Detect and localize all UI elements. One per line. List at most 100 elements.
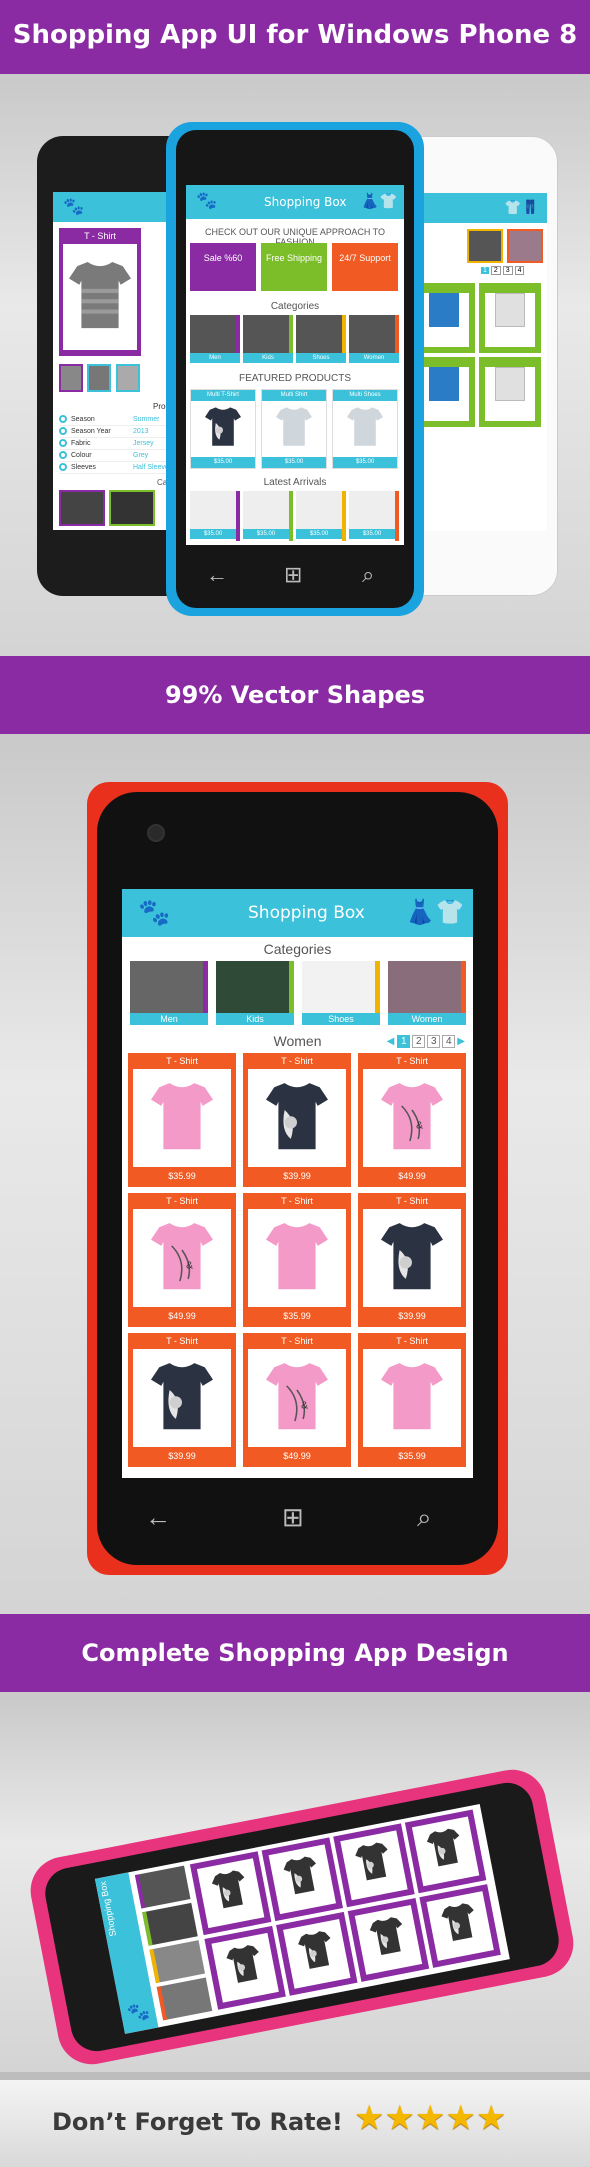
back-icon[interactable]: ←	[145, 1502, 171, 1533]
promo-tile[interactable]: Free Shipping	[261, 243, 327, 291]
latest-arrivals: $35.00 $35.00 $35.00 $35.00	[190, 491, 400, 541]
product-price: $35.99	[398, 1451, 426, 1461]
red-phone: 🐾 Shopping Box 👗👕 Categories Men Kids Shoe…	[87, 782, 508, 1575]
product-price: $49.99	[283, 1451, 311, 1461]
featured-image	[262, 401, 326, 457]
women-category-tile[interactable]: Kids	[216, 961, 294, 1027]
featured-product[interactable]: Multi T-Shirt $35.00	[190, 389, 256, 469]
tilted-product-card[interactable]	[276, 1911, 358, 1996]
category-tile[interactable]: Kids	[243, 315, 293, 365]
app-title: Shopping Box	[264, 195, 347, 209]
tilted-product-card[interactable]	[261, 1837, 344, 1922]
star-icon[interactable]: ★	[415, 2099, 445, 2137]
back-icon[interactable]: ←	[206, 562, 228, 588]
product-name: T - Shirt	[396, 1196, 428, 1206]
product-card[interactable]: T - Shirt $39.99	[358, 1193, 466, 1327]
kids-category-strip[interactable]	[467, 229, 547, 263]
tilted-screen: 🐾 Shopping Box	[94, 1804, 510, 2034]
product-card[interactable]: T - Shirt & $49.99	[243, 1333, 351, 1467]
category-image	[296, 315, 346, 353]
attribute-key: Season	[71, 416, 95, 423]
product-card[interactable]: T - Shirt & $49.99	[358, 1053, 466, 1187]
radio-icon[interactable]	[59, 415, 67, 424]
clothing-icons[interactable]: 👗👕	[405, 898, 465, 927]
tilted-product-card[interactable]	[347, 1898, 430, 1982]
star-icon[interactable]: ★	[354, 2099, 384, 2137]
latest-item[interactable]: $35.00	[190, 491, 240, 541]
product-name: T - Shirt	[396, 1056, 428, 1066]
category-tile[interactable]: Shoes	[296, 315, 346, 365]
radio-icon[interactable]	[59, 451, 67, 460]
latest-price: $35.00	[349, 529, 395, 539]
tilted-product-card[interactable]	[204, 1925, 286, 2010]
product-image	[133, 1349, 231, 1447]
pager-page[interactable]: 2	[412, 1035, 426, 1048]
star-icon[interactable]: ★	[384, 2099, 414, 2137]
women-category-tile[interactable]: Shoes	[302, 961, 380, 1027]
tilted-product-image	[211, 1932, 279, 2003]
women-category-label: Shoes	[302, 1013, 380, 1025]
product-image	[133, 1069, 231, 1167]
product-card[interactable]: T - Shirt $35.99	[243, 1193, 351, 1327]
tilted-product-card[interactable]	[333, 1823, 415, 1908]
radio-icon[interactable]	[59, 439, 67, 448]
kids-pager[interactable]: 1 2 3 4	[481, 266, 525, 275]
tilted-product-card[interactable]	[404, 1809, 487, 1894]
pager-page[interactable]: 1	[397, 1035, 411, 1048]
tilted-product-image	[426, 1891, 494, 1961]
attribute-key: Colour	[71, 452, 92, 459]
pager-next-icon[interactable]: ▶	[457, 1036, 465, 1047]
search-icon[interactable]: ⌕	[417, 1502, 432, 1534]
product-card[interactable]: T - Shirt & $49.99	[128, 1193, 236, 1327]
clothing-icons[interactable]: 👕👖	[504, 199, 539, 216]
promo-tile[interactable]: Sale %60	[190, 243, 256, 291]
windows-icon[interactable]: ⊞	[284, 562, 302, 588]
pager-prev-icon[interactable]: ◀	[387, 1036, 395, 1047]
radio-icon[interactable]	[59, 463, 67, 472]
women-category-image	[130, 961, 208, 1013]
product-card[interactable]: T - Shirt $39.99	[128, 1333, 236, 1467]
category-tile[interactable]: Men	[190, 315, 240, 365]
women-category-tile[interactable]: Men	[130, 961, 208, 1027]
product-card[interactable]: T - Shirt $39.99	[243, 1053, 351, 1187]
windows-icon[interactable]: ⊞	[282, 1502, 304, 1533]
product-price: $39.99	[398, 1311, 426, 1321]
product-name: T - Shirt	[166, 1196, 198, 1206]
rating-stars[interactable]: ★★★★★	[354, 2098, 506, 2138]
attribute-value: Jersey	[133, 440, 154, 447]
women-category-tile[interactable]: Women	[388, 961, 466, 1027]
promo-tile[interactable]: 24/7 Support	[332, 243, 398, 291]
category-tile[interactable]: Women	[349, 315, 399, 365]
pager-page[interactable]: 3	[427, 1035, 441, 1048]
radio-icon[interactable]	[59, 427, 67, 436]
star-icon[interactable]: ★	[445, 2099, 475, 2137]
product-card[interactable]: T - Shirt $35.99	[128, 1053, 236, 1187]
detail-thumbnails[interactable]	[59, 364, 141, 392]
latest-item[interactable]: $35.00	[349, 491, 399, 541]
category-label: Shoes	[296, 353, 346, 363]
pager-page[interactable]: 4	[442, 1035, 456, 1048]
tilted-product-card[interactable]	[189, 1851, 272, 1936]
women-categories-heading: Categories	[263, 941, 332, 957]
product-card[interactable]: T - Shirt $35.99	[358, 1333, 466, 1467]
tilted-product-image	[196, 1858, 265, 1929]
tilted-product-card[interactable]	[419, 1884, 501, 1968]
women-pager[interactable]: ◀ 1 2 3 4 ▶	[387, 1035, 465, 1048]
star-icon[interactable]: ★	[476, 2099, 506, 2137]
tilted-product-image	[340, 1830, 408, 1901]
search-icon[interactable]: ⌕	[362, 562, 374, 588]
tilted-showcase: 🐾 Shopping Box	[0, 1692, 590, 2072]
clothing-icons[interactable]: 👗👕	[361, 192, 398, 210]
home-screen: 🐾 Shopping Box 👗👕 CHECK OUT OUR UNIQUE A…	[186, 185, 404, 545]
featured-product[interactable]: Multi Shoes $35.00	[332, 389, 398, 469]
latest-item[interactable]: $35.00	[296, 491, 346, 541]
promo-label: Free Shipping	[265, 253, 323, 263]
attribute-value: 2013	[133, 428, 149, 435]
paw-icon: 🐾	[196, 191, 218, 210]
women-category-tiles: Men Kids Shoes Women	[130, 961, 466, 1027]
latest-item[interactable]: $35.00	[243, 491, 293, 541]
rate-text: Don’t Forget To Rate!	[52, 2108, 343, 2136]
featured-product[interactable]: Multi Shirt $35.00	[261, 389, 327, 469]
product-name: T - Shirt	[281, 1196, 313, 1206]
featured-heading: FEATURED PRODUCTS	[238, 373, 352, 384]
